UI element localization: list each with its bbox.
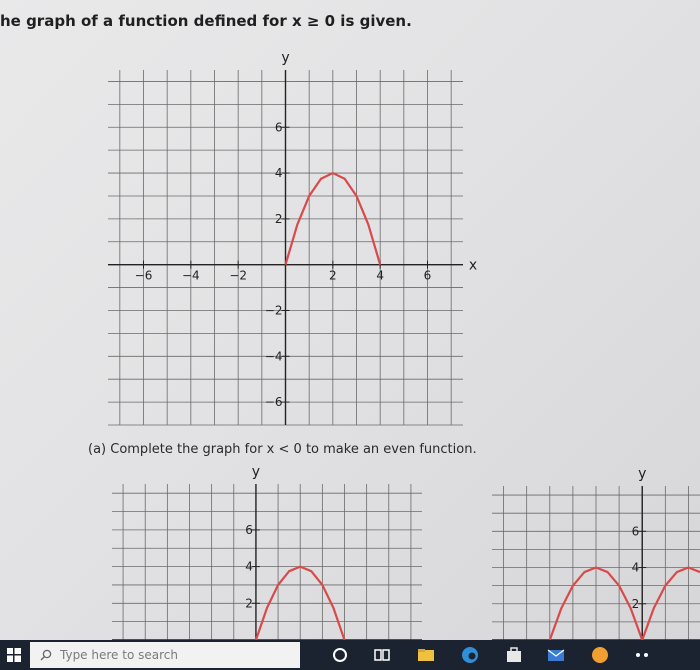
main-graph: y x −6 −4 −2 2 4 6 6 4 2 −2 −4 −6 — [108, 50, 477, 426]
y-tick-label: 6 — [245, 523, 253, 537]
y-tick-label: −6 — [265, 395, 283, 409]
taskbar: Type here to search — [0, 640, 700, 670]
cortana-icon[interactable] — [330, 645, 350, 665]
y-tick-label: 4 — [245, 560, 253, 574]
windows-icon — [7, 648, 21, 662]
y-axis-label: y — [252, 464, 260, 480]
y-tick-label: 6 — [632, 524, 640, 538]
y-tick-label: 6 — [275, 120, 283, 134]
start-button[interactable] — [0, 640, 28, 670]
y-tick-label: 4 — [632, 561, 640, 575]
store-icon[interactable] — [504, 645, 524, 665]
y-axis-label: y — [638, 466, 646, 482]
x-tick-label: −6 — [135, 269, 153, 283]
answer-option-graph-2[interactable]: y 6 4 2 — [492, 466, 700, 641]
search-placeholder: Type here to search — [60, 648, 178, 662]
app-icon[interactable] — [590, 645, 610, 665]
question-title: he graph of a function defined for x ≥ 0… — [0, 12, 412, 30]
taskbar-search[interactable]: Type here to search — [30, 642, 300, 668]
y-tick-label: 2 — [275, 212, 283, 226]
x-axis-label: x — [469, 258, 477, 274]
x-tick-label: −4 — [182, 269, 200, 283]
x-tick-label: 4 — [376, 269, 384, 283]
overflow-icon[interactable] — [632, 645, 652, 665]
y-tick-label: 4 — [275, 166, 283, 180]
y-tick-label: 2 — [245, 596, 253, 610]
x-tick-label: −2 — [229, 269, 247, 283]
y-tick-label: 2 — [632, 597, 640, 611]
answer-option-graph-1[interactable]: y 6 4 2 — [112, 464, 422, 641]
task-view-icon[interactable] — [372, 645, 392, 665]
y-tick-label: −4 — [265, 349, 283, 363]
file-explorer-icon[interactable] — [416, 645, 436, 665]
edge-icon[interactable] — [460, 645, 480, 665]
x-tick-label: 6 — [424, 269, 432, 283]
y-tick-label: −2 — [265, 303, 283, 317]
x-tick-label: 2 — [329, 269, 337, 283]
mail-icon[interactable] — [546, 645, 566, 665]
y-axis-label: y — [281, 50, 289, 66]
search-icon — [40, 649, 52, 661]
part-a-instruction: (a) Complete the graph for x < 0 to make… — [88, 442, 477, 457]
